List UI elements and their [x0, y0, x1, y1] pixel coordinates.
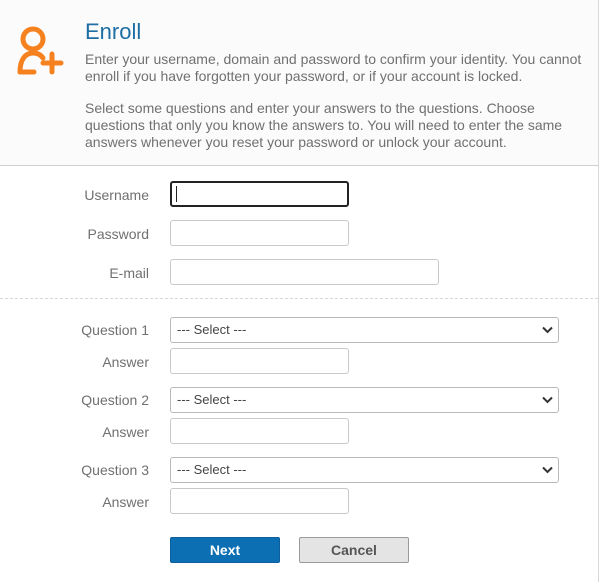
chevron-down-icon: [542, 396, 553, 404]
section-divider: [0, 298, 598, 299]
next-button[interactable]: Next: [170, 537, 280, 563]
add-user-icon: [17, 26, 64, 75]
question-1-label: Question 1: [81, 322, 149, 338]
password-input[interactable]: [170, 220, 349, 246]
question-3-label: Question 3: [81, 462, 149, 478]
header: Enroll Enter your username, domain and p…: [0, 0, 599, 166]
answer-2-input[interactable]: [170, 418, 349, 444]
username-input[interactable]: [170, 181, 349, 207]
email-label: E-mail: [109, 265, 149, 281]
questions-instructions: Select some questions and enter your ans…: [85, 100, 563, 150]
question-1-selected-value: --- Select ---: [177, 322, 247, 337]
question-3-selected-value: --- Select ---: [177, 462, 247, 477]
answer-1-input[interactable]: [170, 348, 349, 374]
answer-2-label: Answer: [102, 424, 149, 440]
username-label: Username: [84, 187, 149, 203]
text-caret: [176, 186, 177, 202]
email-input[interactable]: [170, 259, 439, 285]
password-label: Password: [87, 226, 149, 242]
chevron-down-icon: [542, 326, 553, 334]
question-2-selected-value: --- Select ---: [177, 392, 247, 407]
question-3-select[interactable]: --- Select ---: [170, 457, 559, 483]
answer-3-input[interactable]: [170, 488, 349, 514]
answer-1-label: Answer: [102, 354, 149, 370]
question-1-select[interactable]: --- Select ---: [170, 317, 559, 343]
question-2-label: Question 2: [81, 392, 149, 408]
answer-3-label: Answer: [102, 494, 149, 510]
question-2-select[interactable]: --- Select ---: [170, 387, 559, 413]
identity-instructions: Enter your username, domain and password…: [85, 51, 582, 84]
cancel-button[interactable]: Cancel: [299, 537, 409, 563]
page-title: Enroll: [85, 19, 142, 44]
chevron-down-icon: [542, 466, 553, 474]
